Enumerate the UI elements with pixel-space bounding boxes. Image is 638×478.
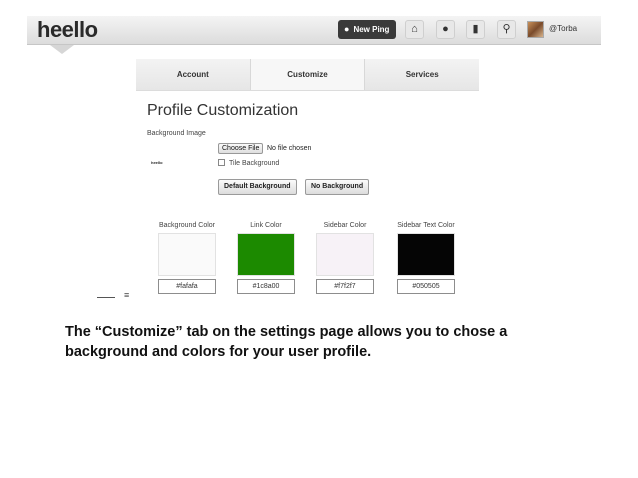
settings-tabs: Account Customize Services (136, 59, 480, 91)
home-icon[interactable]: ⌂ (405, 20, 424, 39)
new-ping-button[interactable]: ● New Ping (338, 20, 396, 39)
link-color-picker: Link Color #1c8a00 (235, 222, 297, 294)
link-color-label: Link Color (250, 222, 282, 229)
sidebar-text-color-picker: Sidebar Text Color #050505 (395, 222, 457, 294)
chat-icon[interactable]: ▮ (466, 20, 485, 39)
sidebar-text-color-label: Sidebar Text Color (397, 222, 455, 229)
sidebar-color-picker: Sidebar Color #f7f2f7 (314, 222, 376, 294)
sidebar-color-label: Sidebar Color (323, 222, 367, 229)
sidebar-text-color-input[interactable]: #050505 (397, 279, 455, 294)
sidebar-color-swatch[interactable] (316, 233, 374, 276)
sidebar-color-input[interactable]: #f7f2f7 (316, 279, 374, 294)
search-icon[interactable]: ⚲ (497, 20, 516, 39)
background-color-swatch[interactable] (158, 233, 216, 276)
background-image-label: Background Image (147, 130, 206, 137)
link-color-swatch[interactable] (237, 233, 295, 276)
decorative-line (97, 297, 115, 298)
tile-background-label: Tile Background (229, 160, 280, 167)
tab-account[interactable]: Account (136, 59, 251, 90)
settings-panel: Account Customize Services Profile Custo… (136, 59, 480, 300)
page-title: Profile Customization (147, 102, 299, 119)
logo-tab-pointer (50, 45, 74, 54)
ping-icon: ● (344, 24, 350, 34)
background-thumbnail: heello (151, 160, 163, 165)
menu-lines-icon: ≡ (124, 290, 130, 300)
tab-services[interactable]: Services (365, 59, 480, 90)
background-color-input[interactable]: #fafafa (158, 279, 216, 294)
background-color-label: Background Color (158, 222, 216, 229)
no-background-button[interactable]: No Background (305, 179, 370, 195)
sidebar-text-color-swatch[interactable] (397, 233, 455, 276)
slide-caption: The “Customize” tab on the settings page… (65, 324, 508, 360)
heello-logo[interactable]: heello (37, 17, 98, 43)
username-link[interactable]: @Torba (549, 24, 577, 33)
new-ping-label: New Ping (353, 25, 390, 34)
no-file-chosen-text: No file chosen (267, 145, 312, 152)
person-icon[interactable]: ● (436, 20, 455, 39)
tile-background-checkbox[interactable] (218, 159, 225, 166)
link-color-input[interactable]: #1c8a00 (237, 279, 295, 294)
default-background-button[interactable]: Default Background (218, 179, 297, 195)
background-color-picker: Background Color #fafafa (156, 222, 218, 294)
tab-customize[interactable]: Customize (250, 59, 366, 90)
avatar[interactable] (527, 21, 544, 38)
choose-file-button[interactable]: Choose File (218, 143, 264, 154)
